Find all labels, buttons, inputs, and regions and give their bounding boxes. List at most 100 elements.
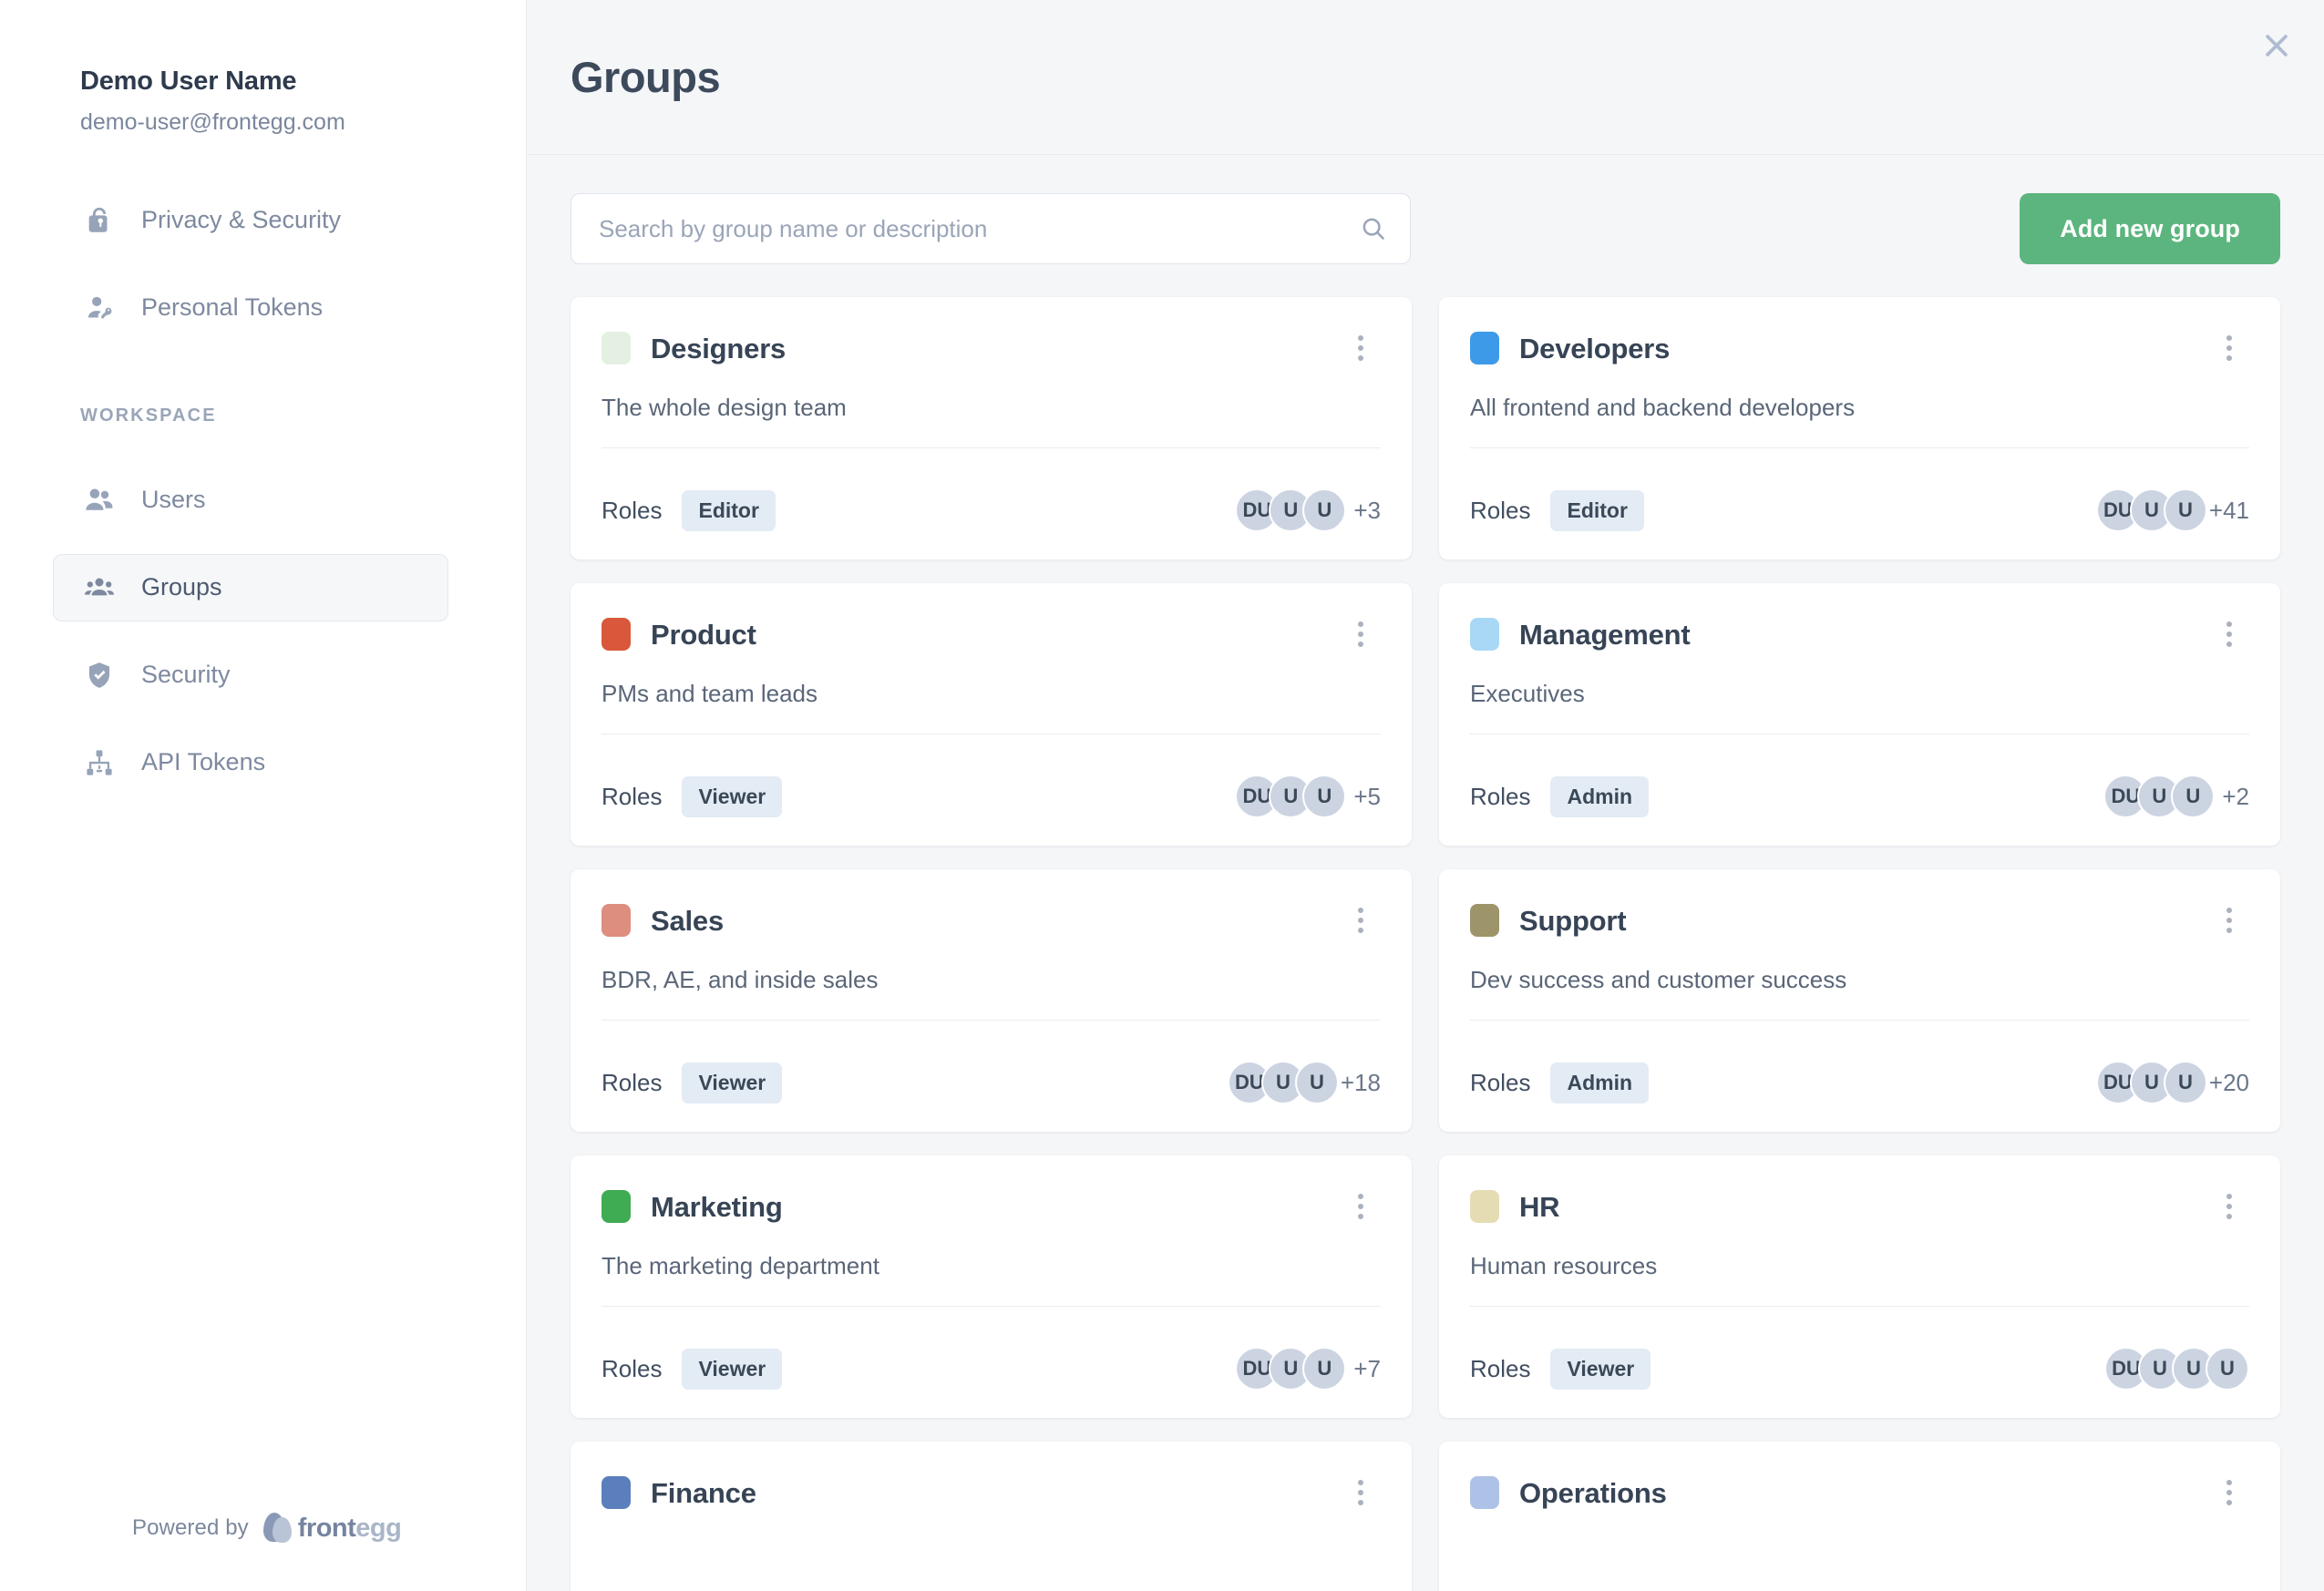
card-more-options-icon[interactable]: [2209, 898, 2249, 942]
group-description: BDR, AE, and inside sales: [602, 966, 879, 993]
group-name: Management: [1519, 618, 1691, 651]
member-avatars[interactable]: DU U U +41: [2095, 488, 2249, 532]
role-badge[interactable]: Editor: [1550, 489, 1644, 531]
card-more-options-icon[interactable]: [2209, 1185, 2249, 1228]
avatar: U: [2163, 488, 2207, 532]
role-badge[interactable]: Viewer: [682, 1348, 783, 1390]
group-name: Developers: [1519, 332, 1671, 364]
sidebar-item-label: API Tokens: [141, 748, 266, 776]
group-color-swatch: [602, 904, 631, 937]
card-footer: Roles Viewer DU U U +18: [602, 1021, 1381, 1104]
group-card[interactable]: Product PMs and team leads Roles Viewer …: [571, 583, 1412, 846]
sidebar-item-label: Users: [141, 486, 206, 514]
add-new-group-button[interactable]: Add new group: [2020, 193, 2280, 264]
avatar-overflow-count: +7: [1353, 1355, 1381, 1382]
card-header: Product: [602, 612, 1381, 656]
group-card[interactable]: Sales BDR, AE, and inside sales Roles Vi…: [571, 869, 1412, 1132]
group-card[interactable]: HR Human resources Roles Viewer DU U U U: [1439, 1155, 2280, 1418]
card-title-container: Developers: [1470, 332, 1670, 364]
group-name: HR: [1519, 1190, 1560, 1223]
roles-container: Roles Admin: [1470, 775, 1650, 817]
roles-label: Roles: [602, 1069, 663, 1096]
card-footer: Roles Admin DU U U +2: [1470, 734, 2249, 818]
card-more-options-icon[interactable]: [1341, 898, 1381, 942]
card-more-options-icon[interactable]: [1341, 1471, 1381, 1514]
unlock-icon: [81, 202, 118, 239]
group-name: Designers: [651, 332, 787, 364]
user-email: demo-user@frontegg.com: [80, 108, 345, 135]
role-badge[interactable]: Viewer: [682, 1062, 783, 1103]
sidebar-item-users[interactable]: Users: [53, 467, 448, 534]
group-name: Finance: [651, 1476, 756, 1509]
card-more-options-icon[interactable]: [2209, 326, 2249, 370]
group-card[interactable]: Marketing The marketing department Roles…: [571, 1155, 1412, 1418]
sidebar-item-label: Groups: [141, 573, 222, 601]
frontegg-egg-icon: [262, 1513, 292, 1544]
group-card[interactable]: Finance: [571, 1442, 1412, 1591]
group-card[interactable]: Developers All frontend and backend deve…: [1439, 297, 2280, 559]
group-card[interactable]: Management Executives Roles Admin DU U U +2: [1439, 583, 2280, 846]
sidebar-item-security[interactable]: Security: [53, 642, 448, 709]
roles-label: Roles: [1470, 497, 1531, 524]
card-more-options-icon[interactable]: [1341, 326, 1381, 370]
role-badge[interactable]: Viewer: [682, 775, 783, 817]
group-description: Human resources: [1470, 1252, 1658, 1279]
role-badge[interactable]: Viewer: [1550, 1348, 1651, 1390]
role-badge[interactable]: Admin: [1550, 775, 1650, 817]
group-color-swatch: [1470, 1190, 1499, 1223]
sidebar-item-groups[interactable]: Groups: [53, 553, 448, 621]
group-description: Dev success and customer success: [1470, 966, 1847, 993]
sidebar: Demo User Name demo-user@frontegg.com Pr…: [0, 0, 527, 1591]
sitemap-icon: [81, 744, 118, 781]
roles-container: Roles Viewer: [602, 1348, 783, 1390]
search-input[interactable]: [571, 193, 1411, 264]
member-avatars[interactable]: DU U U U: [2104, 1347, 2249, 1391]
card-more-options-icon[interactable]: [2209, 1471, 2249, 1514]
card-more-options-icon[interactable]: [1341, 612, 1381, 656]
member-avatars[interactable]: DU U U +5: [1235, 775, 1381, 818]
card-header: Support: [1470, 898, 2249, 942]
close-icon[interactable]: [2249, 18, 2304, 73]
avatar: U: [1302, 775, 1347, 818]
member-avatars[interactable]: DU U U +20: [2095, 1061, 2249, 1104]
roles-container: Roles Viewer: [602, 775, 783, 817]
groups-scroll-area[interactable]: Designers The whole design team Roles Ed…: [527, 264, 2324, 1591]
member-avatars[interactable]: DU U U +18: [1227, 1061, 1381, 1104]
group-card[interactable]: Designers The whole design team Roles Ed…: [571, 297, 1412, 559]
card-header: Developers: [1470, 326, 2249, 370]
card-header: Designers: [602, 326, 1381, 370]
roles-label: Roles: [602, 1355, 663, 1382]
sidebar-user-block: Demo User Name demo-user@frontegg.com: [0, 0, 526, 136]
card-more-options-icon[interactable]: [1341, 1185, 1381, 1228]
group-color-swatch: [602, 1190, 631, 1223]
groups-grid: Designers The whole design team Roles Ed…: [571, 264, 2280, 1591]
role-badge[interactable]: Admin: [1550, 1062, 1650, 1103]
group-name: Marketing: [651, 1190, 783, 1223]
sidebar-item-label: Privacy & Security: [141, 206, 342, 234]
frontegg-logo: frontegg: [262, 1513, 402, 1544]
roles-container: Roles Admin: [1470, 1062, 1650, 1103]
sidebar-item-api-tokens[interactable]: API Tokens: [53, 729, 448, 796]
group-color-swatch: [602, 332, 631, 364]
sidebar-item-personal-tokens[interactable]: Personal Tokens: [53, 274, 448, 342]
member-avatars[interactable]: DU U U +3: [1235, 488, 1381, 532]
sidebar-item-label: Security: [141, 661, 231, 689]
powered-by-frontegg: Powered by frontegg: [132, 1513, 402, 1544]
avatar: U: [2171, 775, 2216, 818]
sidebar-section-label: WORKSPACE: [80, 405, 217, 426]
avatar: U: [2206, 1347, 2249, 1391]
member-avatars[interactable]: DU U U +7: [1235, 1347, 1381, 1391]
card-footer: Roles Viewer DU U U +5: [602, 734, 1381, 818]
card-title-container: HR: [1470, 1190, 1560, 1223]
sidebar-item-privacy-security[interactable]: Privacy & Security: [53, 187, 448, 254]
role-badge[interactable]: Editor: [682, 489, 776, 531]
page-title: Groups: [571, 53, 721, 101]
avatar: U: [1302, 1347, 1347, 1391]
member-avatars[interactable]: DU U U +2: [2103, 775, 2249, 818]
group-card[interactable]: Operations: [1439, 1442, 2280, 1591]
avatar-overflow-count: +20: [2208, 1069, 2249, 1096]
group-card[interactable]: Support Dev success and customer success…: [1439, 869, 2280, 1132]
card-header: Marketing: [602, 1185, 1381, 1228]
search-icon[interactable]: [1360, 215, 1387, 242]
card-more-options-icon[interactable]: [2209, 612, 2249, 656]
